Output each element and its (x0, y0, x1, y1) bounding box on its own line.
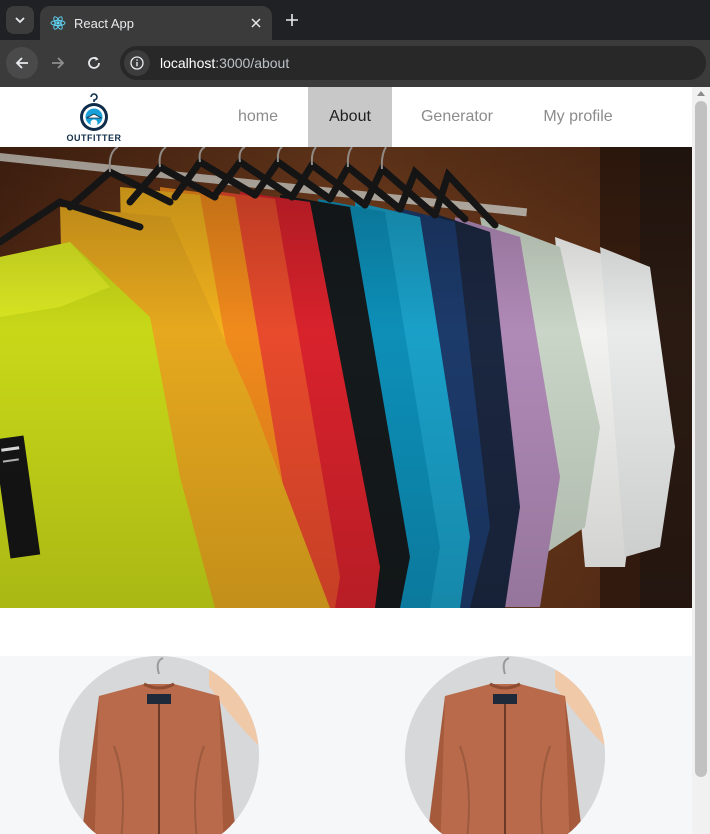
close-icon (251, 18, 261, 28)
back-button[interactable] (6, 47, 38, 79)
browser-tab[interactable]: React App (40, 6, 272, 40)
logo-wordmark: OUTFITTER (66, 133, 122, 143)
url-host: localhost (160, 55, 216, 71)
plus-icon (286, 14, 298, 26)
product-image[interactable] (405, 656, 605, 834)
nav-home-link[interactable]: home (222, 87, 294, 147)
jacket-picture (59, 656, 259, 834)
tab-title: React App (74, 15, 134, 31)
nav-about-link[interactable]: About (308, 87, 392, 147)
browser-tabstrip: React App (0, 0, 710, 40)
scroll-thumb[interactable] (695, 101, 707, 777)
info-icon (130, 56, 144, 70)
product-image[interactable] (59, 656, 259, 834)
nav-my-profile-link[interactable]: My profile (528, 87, 628, 147)
products-section (0, 656, 692, 834)
nav-generator-link[interactable]: Generator (408, 87, 506, 147)
chevron-down-icon (15, 17, 25, 24)
hero-tshirt-rack-picture (0, 147, 692, 608)
hanger-logo-icon (80, 93, 108, 131)
arrow-right-icon (52, 57, 65, 69)
page-viewport: OUTFITTER home About Generator My profil… (0, 87, 692, 834)
section-spacer (0, 608, 692, 656)
reload-button[interactable] (78, 47, 110, 79)
url-path: :3000/about (215, 55, 290, 71)
jacket-picture (405, 656, 605, 834)
address-bar[interactable]: localhost:3000/about (120, 46, 706, 80)
site-info-button[interactable] (124, 50, 150, 76)
outfitter-logo[interactable]: OUTFITTER (60, 93, 128, 145)
react-icon (50, 16, 66, 30)
scroll-up-arrow-icon[interactable] (697, 91, 705, 96)
forward-button[interactable] (42, 47, 74, 79)
arrow-left-icon (15, 57, 28, 69)
page-scrollbar[interactable] (692, 87, 710, 834)
tab-search-button[interactable] (6, 6, 34, 34)
hero-image (0, 147, 692, 608)
browser-toolbar: localhost:3000/about (0, 40, 710, 87)
site-navbar: OUTFITTER home About Generator My profil… (0, 87, 692, 147)
reload-icon (88, 56, 100, 69)
tab-close-button[interactable] (246, 13, 266, 33)
new-tab-button[interactable] (282, 10, 302, 30)
